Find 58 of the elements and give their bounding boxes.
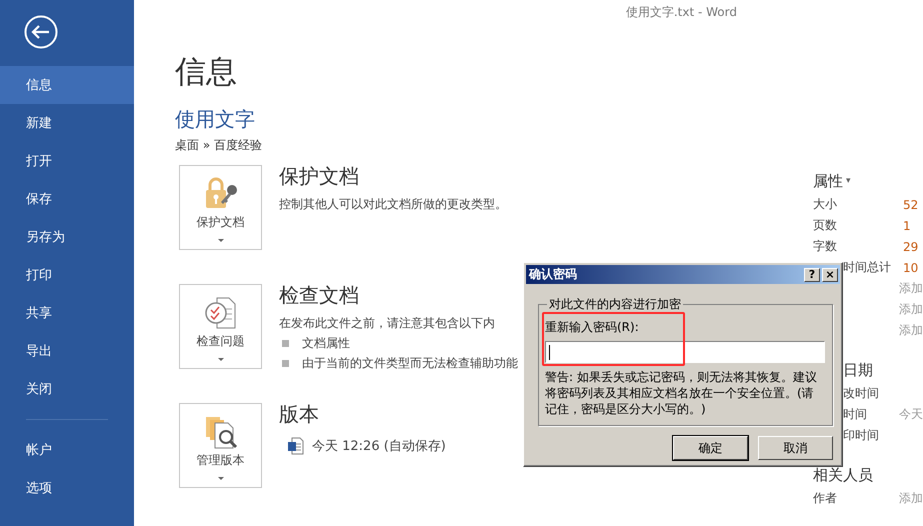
window-title: 使用文字.txt - Word	[626, 4, 737, 20]
property-value: 29	[903, 240, 918, 254]
menu-item[interactable]: 打开	[0, 142, 134, 180]
property-label: 改时间	[843, 386, 879, 400]
property-label: 时间总计	[843, 260, 891, 274]
property-label: 大小	[813, 197, 837, 211]
menu-item[interactable]: 信息	[0, 66, 134, 104]
property-value: 1	[903, 218, 911, 232]
group-label: 对此文件的内容进行加密	[549, 297, 681, 311]
caret-icon	[218, 239, 224, 242]
menu-item[interactable]: 共享	[0, 294, 134, 332]
bullet-text: 文档属性	[302, 335, 350, 352]
bullet-icon	[282, 340, 289, 347]
word-document-icon	[288, 437, 304, 455]
version-entry[interactable]: 今天 12:26 (自动保存)	[312, 437, 446, 455]
caret-icon	[218, 358, 224, 361]
property-label: 印时间	[843, 428, 879, 442]
section-button[interactable]: 检查问题	[179, 284, 262, 369]
menu-item[interactable]: 选项	[0, 469, 134, 507]
warning-text: 警告: 如果丢失或忘记密码，则无法将其恢复。建议将密码列表及其相应文档名放在一个安全位置。(请记住，密码是区分大小写的。)	[545, 369, 817, 417]
password-field[interactable]	[545, 341, 825, 363]
property-label: 字数	[813, 239, 837, 253]
bullet-text: 由于当前的文件类型而无法检查辅助功能	[302, 355, 518, 372]
section-title: 保护文档	[279, 163, 360, 190]
menu-item[interactable]: 帐户	[0, 431, 134, 469]
field-label: 重新输入密码(R):	[545, 320, 639, 334]
section-title: 版本	[279, 401, 320, 428]
properties-heading[interactable]: 属性	[813, 172, 843, 190]
section-description: 控制其他人可以对此文档所做的更改类型。	[279, 196, 508, 213]
cancel-button[interactable]: 取消	[758, 436, 833, 460]
menu-item[interactable]: 新建	[0, 104, 134, 142]
property-value: 52	[903, 198, 918, 212]
group-heading: 日期	[843, 360, 873, 380]
property-label: 页数	[813, 218, 837, 232]
caret-icon	[218, 477, 224, 480]
file-path: 桌面 » 百度经验	[175, 138, 262, 152]
menu-item[interactable]: 导出	[0, 332, 134, 370]
property-label: 作者	[813, 491, 837, 505]
section-title: 检查文档	[279, 282, 360, 309]
close-button[interactable]: ×	[822, 268, 838, 282]
section-button[interactable]: 保护文档	[179, 165, 262, 250]
property-value: 10	[903, 260, 918, 274]
group-heading: 相关人员	[813, 466, 873, 484]
help-button[interactable]: ?	[804, 268, 820, 282]
dialog-title: 确认密码	[529, 266, 578, 283]
page-heading: 信息	[175, 54, 237, 90]
back-icon[interactable]	[24, 15, 58, 49]
property-label: 时间	[843, 407, 867, 421]
menu-item[interactable]: 打印	[0, 256, 134, 294]
menu-item[interactable]: 关闭	[0, 370, 134, 408]
ok-button[interactable]: 确定	[673, 436, 748, 460]
caret-icon[interactable]: ▾	[846, 176, 851, 186]
bullet-icon	[282, 360, 289, 367]
menu-item[interactable]: 另存为	[0, 218, 134, 256]
menu-item[interactable]: 保存	[0, 180, 134, 218]
section-description: 在发布此文件之前，请注意其包含以下内	[279, 315, 496, 332]
document-title: 使用文字	[175, 107, 255, 131]
section-button[interactable]: 管理版本	[179, 403, 262, 488]
